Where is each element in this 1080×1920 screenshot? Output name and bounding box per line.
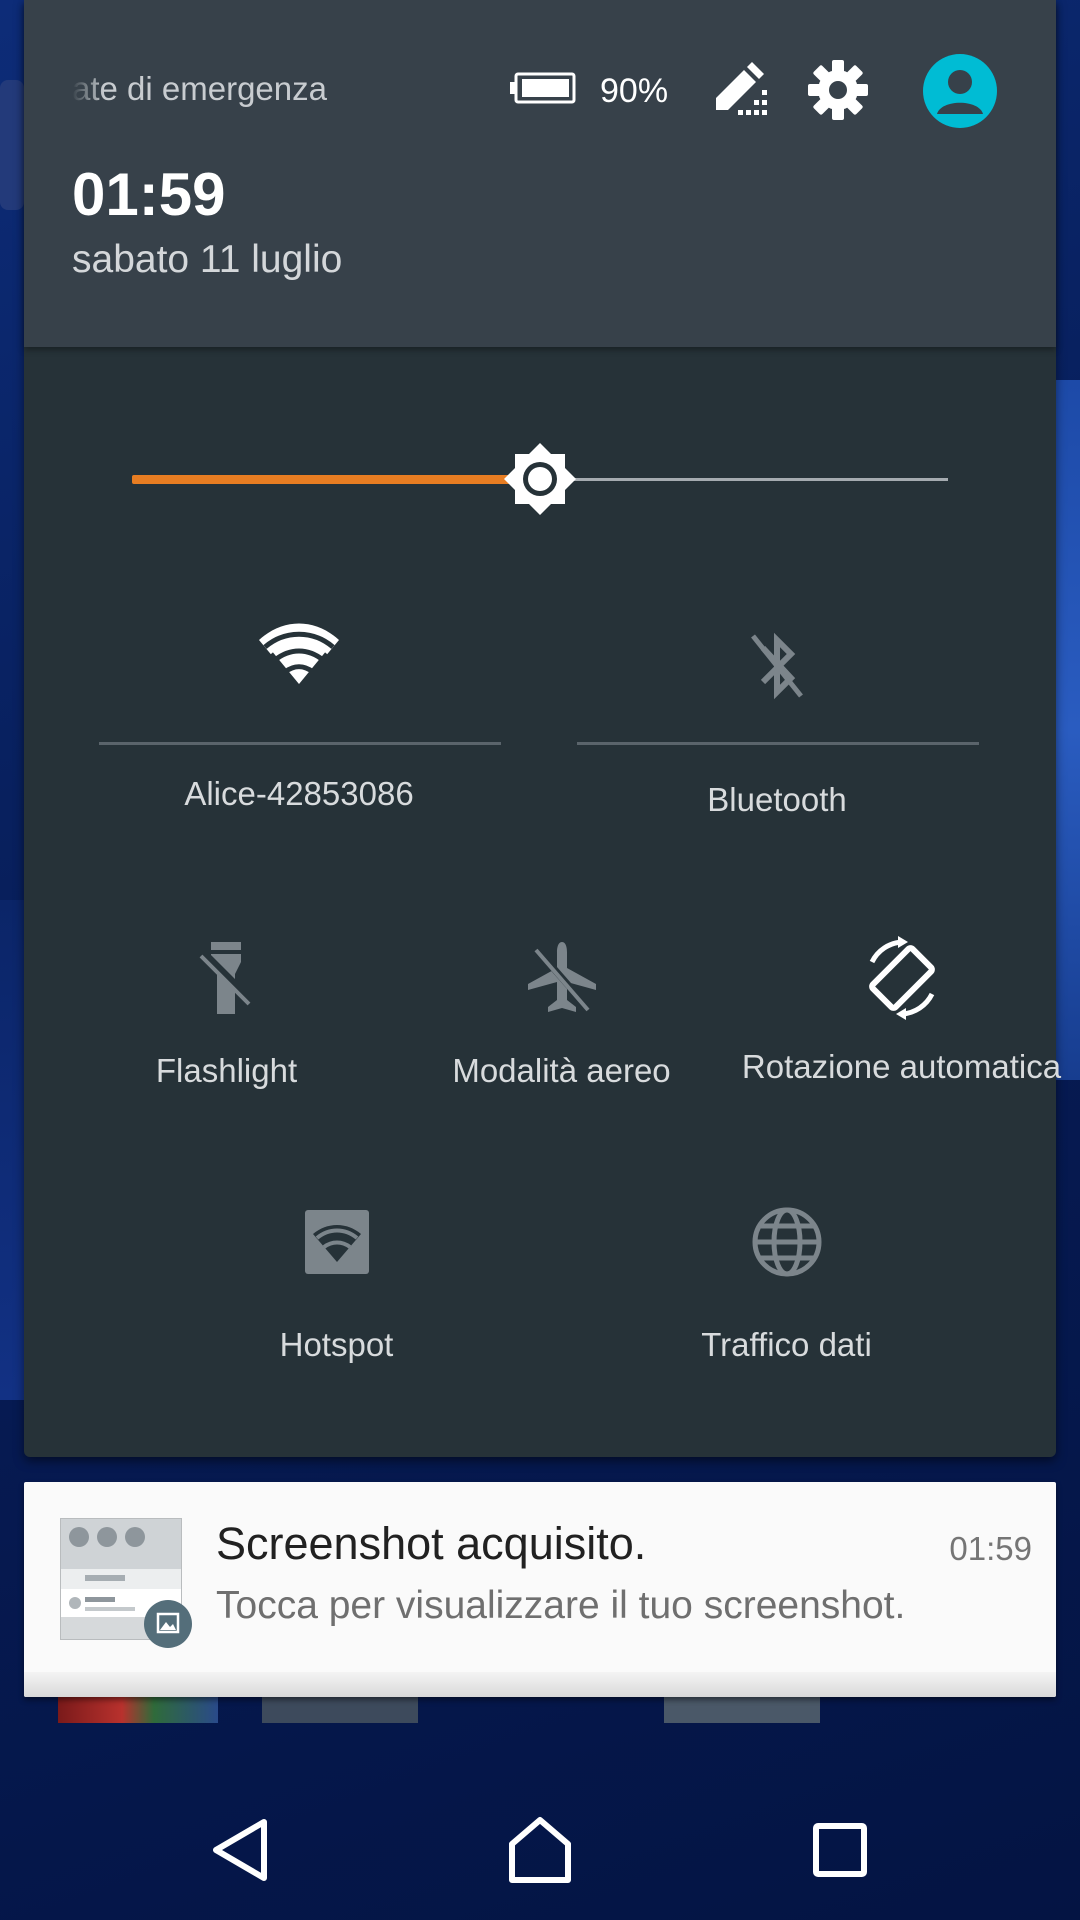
home-icon[interactable] (498, 1808, 582, 1892)
brightness-track-empty (540, 478, 948, 481)
tile-data-label: Traffico dati (701, 1326, 872, 1363)
bluetooth-divider (577, 742, 979, 745)
tile-mobile-data[interactable]: Traffico dati (664, 1206, 909, 1364)
auto-rotate-icon (868, 936, 935, 1020)
date-text[interactable]: sabato 11 luglio (72, 238, 342, 282)
bluetooth-disabled-icon (751, 632, 803, 700)
home-dock-remnant (58, 1697, 218, 1723)
brightness-slider[interactable] (132, 443, 948, 515)
battery-percentage: 90% (600, 72, 669, 110)
brightness-icon[interactable] (504, 443, 576, 515)
quick-settings-header: ate di emergenza 90% 01:59 sabato 11 lug… (24, 0, 1056, 347)
edit-icon[interactable] (710, 60, 770, 120)
wallpaper-edge-left (0, 900, 24, 1400)
gear-icon[interactable] (806, 58, 870, 122)
back-icon[interactable] (200, 1808, 284, 1892)
globe-icon (752, 1207, 821, 1277)
home-dock-remnant (664, 1697, 820, 1723)
tile-airplane-label: Modalità aereo (452, 1052, 671, 1089)
hotspot-icon (304, 1210, 369, 1274)
notification-title: Screenshot acquisito. (216, 1518, 647, 1569)
account-icon[interactable] (923, 54, 997, 128)
tile-airplane-mode[interactable]: Modalità aereo (429, 940, 694, 1090)
clock-time[interactable]: 01:59 (72, 160, 225, 229)
screenshot-notification[interactable]: Screenshot acquisito. 01:59 Tocca per vi… (24, 1482, 1056, 1697)
tile-auto-rotate[interactable]: Rotazione automatica (724, 936, 1079, 1086)
image-icon (144, 1600, 192, 1648)
quick-settings-panel: ate di emergenza 90% 01:59 sabato 11 lug… (24, 0, 1061, 1457)
recents-icon[interactable] (798, 1808, 882, 1892)
tile-wifi-label: Alice-42853086 (184, 775, 414, 812)
tile-wifi[interactable]: Alice-42853086 (99, 620, 499, 813)
tile-flashlight[interactable]: Flashlight (94, 940, 359, 1090)
airplane-mode-icon (527, 942, 596, 1013)
tile-hotspot[interactable]: Hotspot (204, 1210, 469, 1364)
tile-hotspot-label: Hotspot (279, 1326, 394, 1363)
home-dock-remnant (262, 1697, 418, 1723)
notification-time: 01:59 (949, 1530, 1032, 1567)
brightness-track-filled (132, 475, 540, 484)
flashlight-icon (198, 942, 253, 1014)
tile-rotation-label: Rotazione automatica (741, 1048, 1062, 1085)
notification-text: Tocca per visualizzare il tuo screenshot… (216, 1584, 906, 1627)
wallpaper-widget-edge (0, 80, 24, 210)
battery-icon (510, 72, 576, 104)
wifi-divider (99, 742, 501, 745)
tile-bluetooth-label: Bluetooth (707, 781, 847, 818)
notification-shadow-edge (24, 1672, 1056, 1697)
emergency-calls-text: ate di emergenza (72, 70, 327, 107)
tile-flashlight-label: Flashlight (155, 1052, 298, 1089)
wifi-icon (259, 623, 339, 690)
navigation-bar (0, 1778, 1080, 1920)
tile-bluetooth[interactable]: Bluetooth (577, 628, 977, 819)
